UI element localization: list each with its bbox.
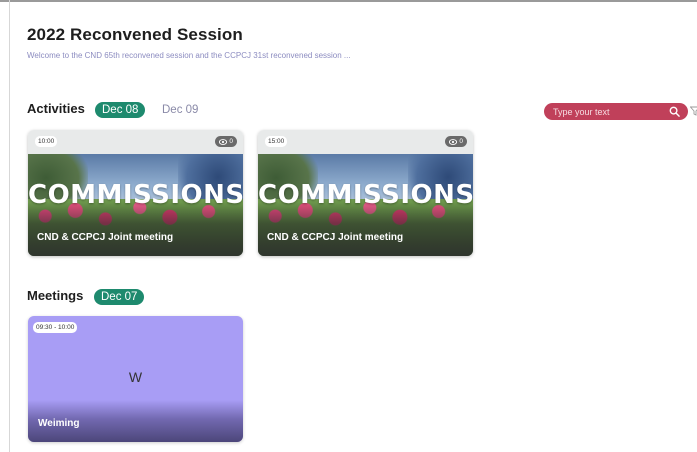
- session-subtitle[interactable]: Welcome to the CND 65th reconvened sessi…: [27, 51, 351, 60]
- meeting-title[interactable]: Weiming: [38, 418, 79, 429]
- activity-card[interactable]: 15:00 0 COMMISSIONS CND & CCPCJ Joint me…: [258, 130, 473, 256]
- card-overlay: [258, 202, 473, 256]
- card-time-badge: 10:00: [35, 136, 58, 147]
- view-count-badge: 0: [215, 136, 237, 147]
- meeting-time-badge: 09:30 - 10:00: [33, 322, 78, 333]
- eye-icon: [449, 138, 458, 145]
- date-tab-dec-09[interactable]: Dec 09: [155, 102, 205, 118]
- card-overlay: [28, 202, 243, 256]
- card-time-badge: 15:00: [265, 136, 288, 147]
- eye-icon: [219, 138, 228, 145]
- search-box[interactable]: [544, 103, 688, 120]
- card-header: [258, 130, 473, 154]
- activities-heading: Activities: [27, 101, 85, 116]
- search-icon[interactable]: [669, 106, 680, 117]
- view-count: 0: [229, 138, 233, 145]
- card-title[interactable]: CND & CCPCJ Joint meeting: [267, 232, 403, 243]
- filter-icon[interactable]: [690, 106, 697, 116]
- card-header: [28, 130, 243, 154]
- meetings-heading: Meetings: [27, 288, 84, 303]
- view-count: 0: [459, 138, 463, 145]
- card-title[interactable]: CND & CCPCJ Joint meeting: [37, 232, 173, 243]
- top-border: [0, 0, 697, 2]
- date-tab-dec-08[interactable]: Dec 08: [95, 102, 146, 118]
- date-tab-dec-07[interactable]: Dec 07: [94, 289, 145, 305]
- session-title: 2022 Reconvened Session: [27, 25, 243, 44]
- left-border: [9, 0, 10, 452]
- meeting-initial: W: [128, 369, 143, 385]
- meeting-card[interactable]: 09:30 - 10:00 W Weiming: [28, 316, 243, 442]
- search-input[interactable]: [553, 103, 663, 120]
- view-count-badge: 0: [445, 136, 467, 147]
- activity-card[interactable]: 10:00 0 COMMISSIONS CND & CCPCJ Joint me…: [28, 130, 243, 256]
